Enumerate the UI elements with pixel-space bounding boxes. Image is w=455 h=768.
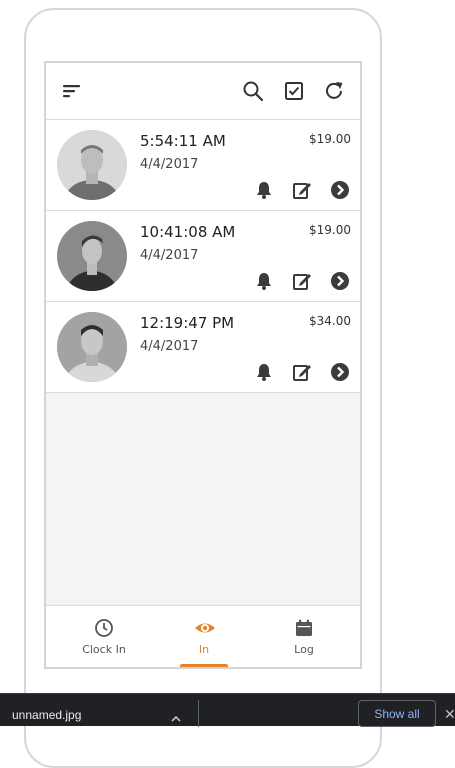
bell-icon[interactable]	[254, 180, 274, 200]
avatar	[57, 221, 127, 291]
clock-icon	[94, 618, 114, 638]
calendar-icon	[294, 618, 314, 638]
checkbox-icon[interactable]	[283, 80, 305, 102]
list-item[interactable]: 10:41:08 AM 4/4/2017 $19.00	[46, 211, 360, 302]
divider	[198, 700, 199, 727]
menu-icon[interactable]	[61, 80, 83, 102]
entry-date: 4/4/2017	[140, 157, 199, 172]
chevron-right-circle-icon[interactable]	[330, 362, 350, 382]
entry-time: 12:19:47 PM	[140, 314, 235, 332]
chevron-right-circle-icon[interactable]	[330, 180, 350, 200]
entry-amount: $19.00	[309, 132, 351, 146]
nav-clock-in-label: Clock In	[82, 643, 126, 656]
search-icon[interactable]	[242, 80, 264, 102]
nav-log-label: Log	[294, 643, 314, 656]
list-item[interactable]: 12:19:47 PM 4/4/2017 $34.00	[46, 302, 360, 393]
download-bar: unnamed.jpg Show all ✕	[0, 693, 455, 727]
entry-time: 5:54:11 AM	[140, 132, 226, 150]
edit-icon[interactable]	[292, 271, 312, 291]
app-screen: 5:54:11 AM 4/4/2017 $19.00 10:41:08 AM 4…	[44, 61, 362, 669]
active-tab-indicator	[180, 664, 228, 667]
avatar	[57, 312, 127, 382]
chevron-right-circle-icon[interactable]	[330, 271, 350, 291]
nav-in[interactable]: In	[152, 606, 256, 667]
nav-clock-in[interactable]: Clock In	[52, 606, 156, 667]
entry-amount: $34.00	[309, 314, 351, 328]
toolbar	[46, 63, 360, 120]
edit-icon[interactable]	[292, 180, 312, 200]
refresh-icon[interactable]	[323, 80, 345, 102]
list-item[interactable]: 5:54:11 AM 4/4/2017 $19.00	[46, 120, 360, 211]
bell-icon[interactable]	[254, 271, 274, 291]
bottom-nav: Clock In In Log	[46, 605, 360, 667]
bell-icon[interactable]	[254, 362, 274, 382]
show-all-button[interactable]: Show all	[358, 700, 436, 727]
download-file-name[interactable]: unnamed.jpg	[12, 708, 81, 722]
eye-icon	[194, 618, 215, 638]
entry-time: 10:41:08 AM	[140, 223, 236, 241]
nav-in-label: In	[198, 643, 210, 656]
entry-date: 4/4/2017	[140, 339, 199, 354]
chevron-up-icon[interactable]	[170, 710, 182, 722]
entry-list: 5:54:11 AM 4/4/2017 $19.00 10:41:08 AM 4…	[46, 120, 360, 393]
avatar	[57, 130, 127, 200]
entry-amount: $19.00	[309, 223, 351, 237]
edit-icon[interactable]	[292, 362, 312, 382]
nav-log[interactable]: Log	[252, 606, 356, 667]
entry-date: 4/4/2017	[140, 248, 199, 263]
close-icon[interactable]: ✕	[444, 706, 455, 723]
